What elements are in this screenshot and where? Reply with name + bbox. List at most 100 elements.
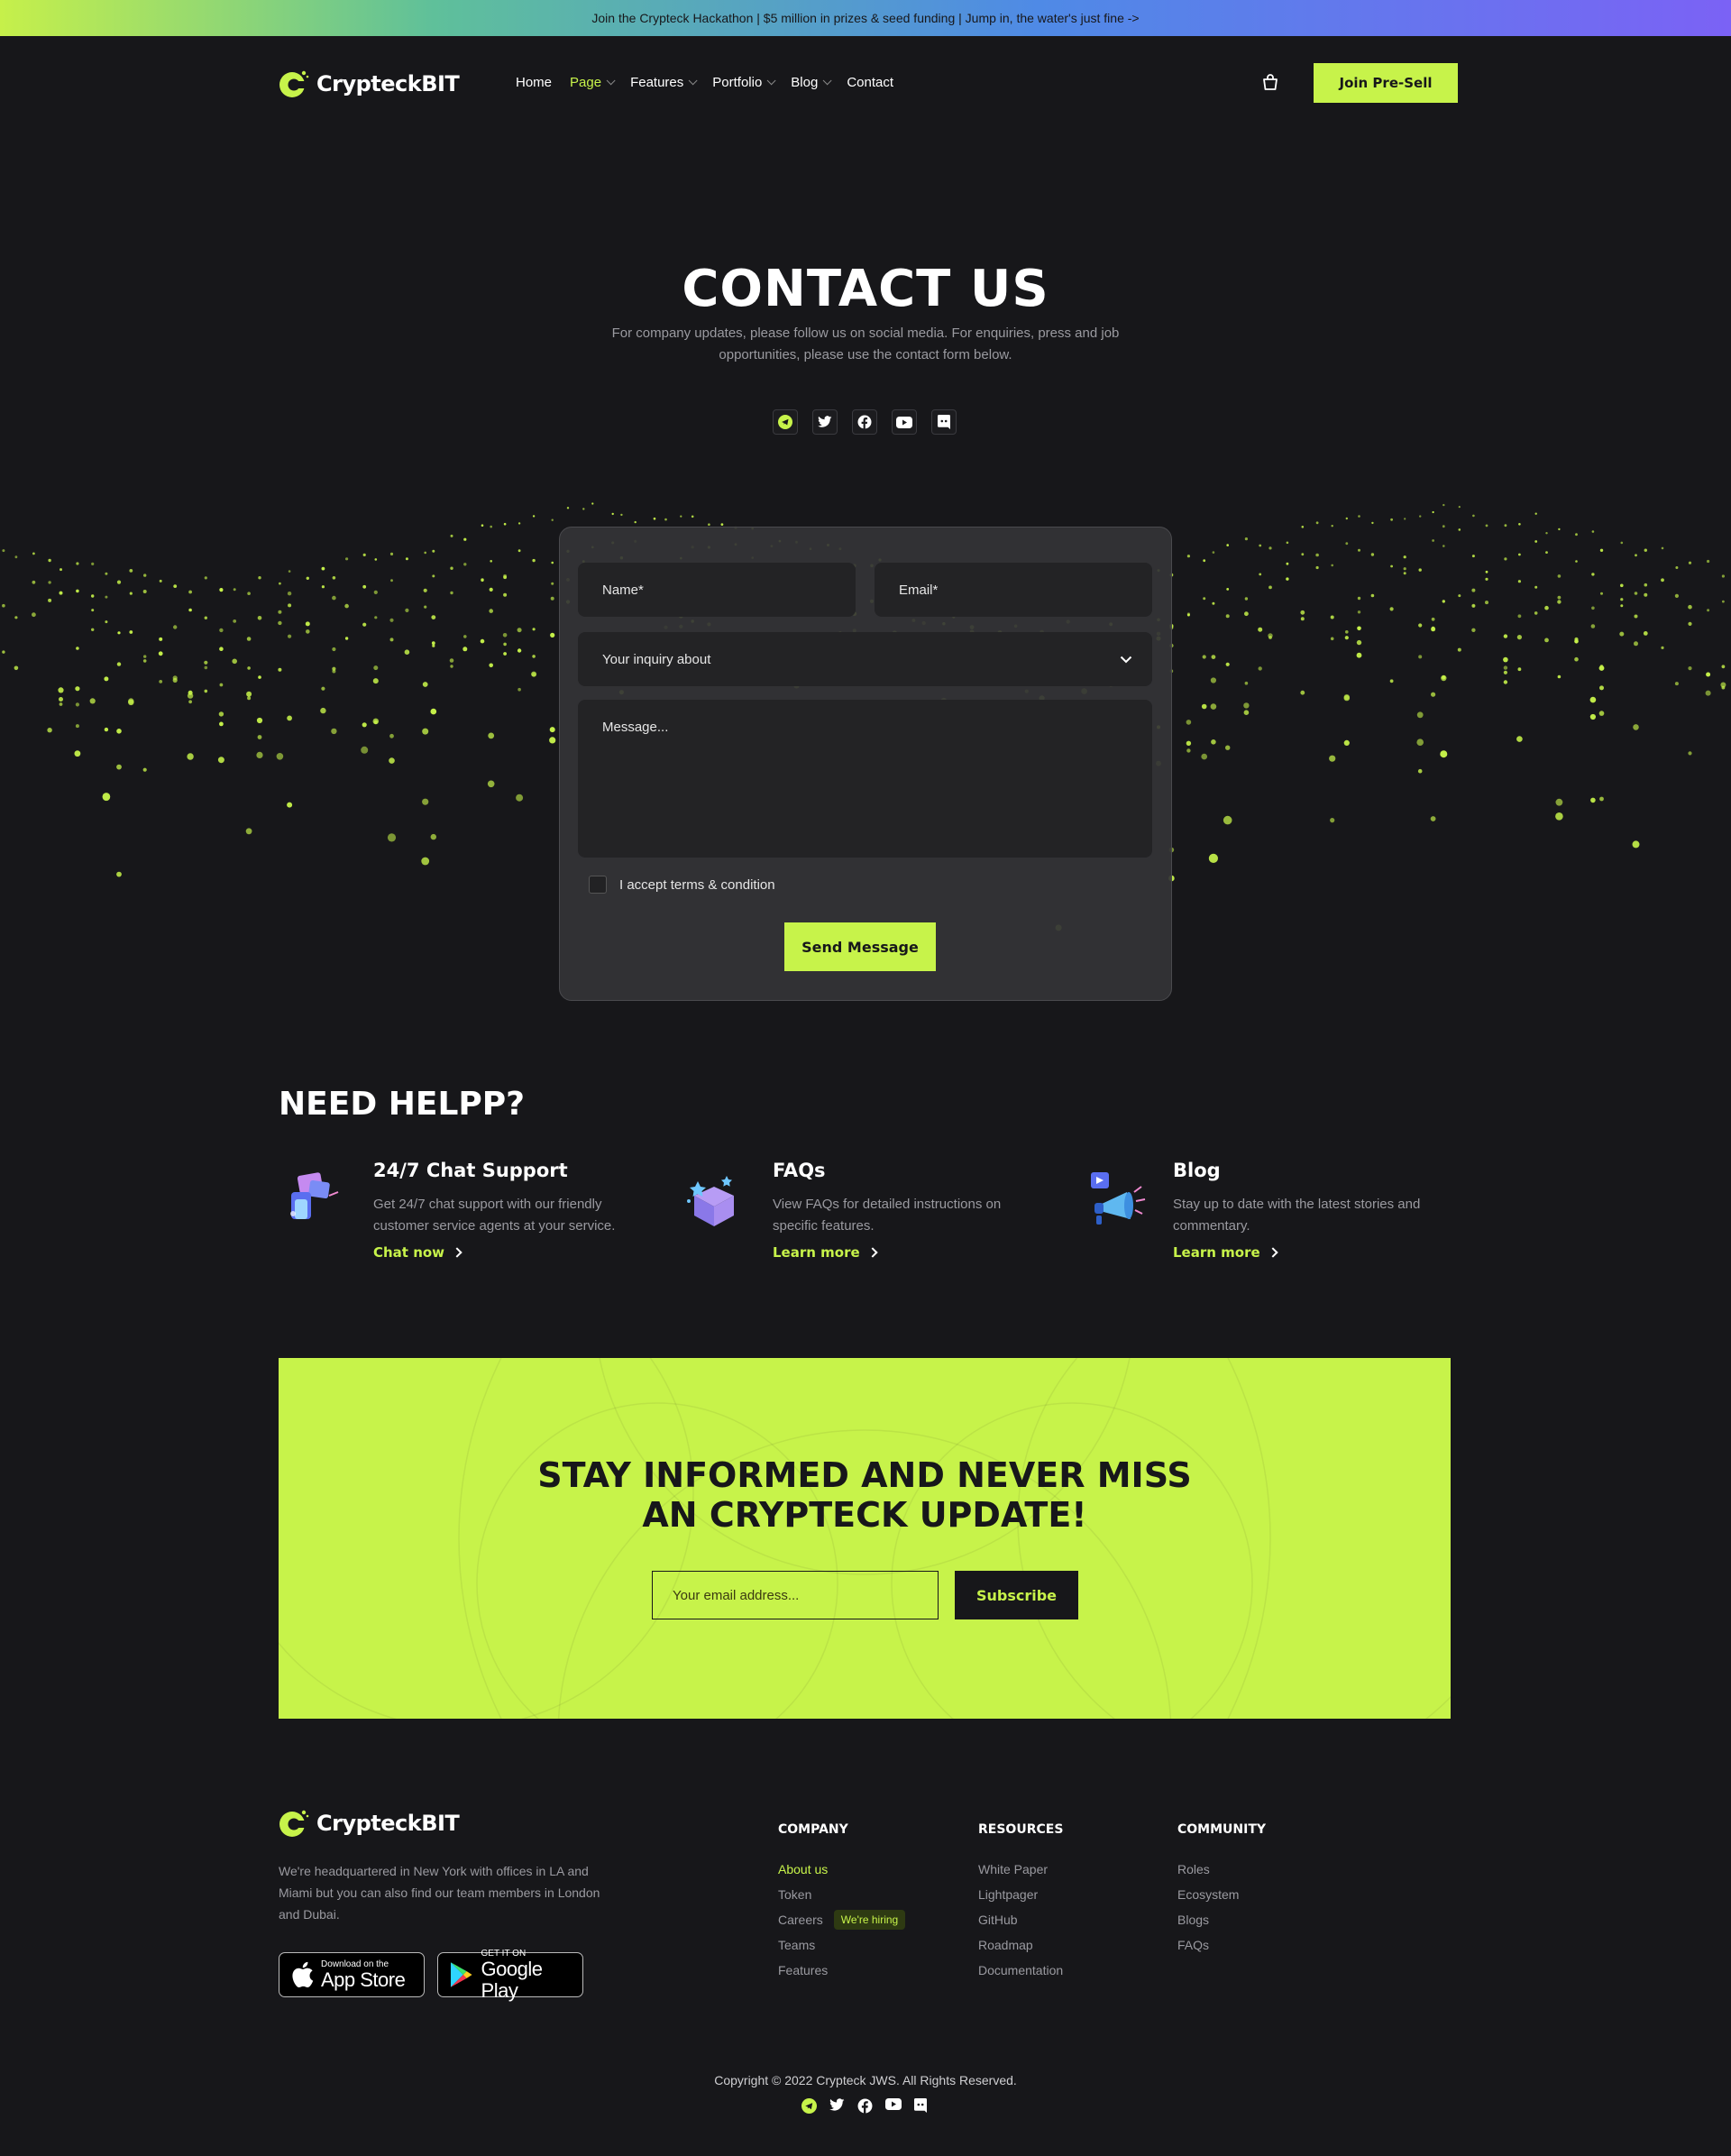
twitter-icon[interactable] xyxy=(829,2098,845,2112)
wave-dot xyxy=(1442,525,1445,528)
footer-link-blogs[interactable]: Blogs xyxy=(1177,1907,1266,1932)
menu-item-portfolio[interactable]: Portfolio xyxy=(712,75,776,90)
wave-dot xyxy=(1557,574,1562,578)
wave-dot xyxy=(256,717,263,724)
wave-dot xyxy=(1458,528,1461,531)
footer-link-github[interactable]: GitHub xyxy=(978,1907,1063,1932)
footer-link-label: Features xyxy=(778,1963,829,1977)
footer-link-label: About us xyxy=(778,1862,829,1876)
wave-dot xyxy=(1575,533,1578,537)
wave-dot xyxy=(1211,655,1216,659)
wave-dot xyxy=(1472,514,1475,518)
footer-link-token[interactable]: Token xyxy=(778,1882,905,1907)
wave-dot xyxy=(245,828,252,835)
wave-dot xyxy=(1503,670,1507,674)
message-textarea[interactable]: Message... xyxy=(578,700,1152,858)
footer-link-label: Blogs xyxy=(1177,1913,1210,1927)
discord-icon[interactable] xyxy=(931,409,957,435)
wave-dot xyxy=(288,570,291,573)
email-field[interactable]: Email* xyxy=(875,563,1152,617)
wave-dot xyxy=(287,802,293,808)
google-play-badge[interactable]: GET IT ON Google Play xyxy=(437,1948,583,2001)
store-small-label: GET IT ON xyxy=(481,1948,527,1959)
menu-item-blog[interactable]: Blog xyxy=(791,75,832,90)
wave-dot xyxy=(551,582,554,585)
subscribe-button[interactable]: Subscribe xyxy=(955,1571,1078,1619)
wave-dot xyxy=(1600,592,1603,595)
menu-item-contact[interactable]: Contact xyxy=(847,75,893,90)
menu-item-features[interactable]: Features xyxy=(630,75,698,90)
wave-dot xyxy=(1545,532,1548,535)
wave-dot xyxy=(1343,739,1350,746)
wave-dot xyxy=(1599,548,1604,552)
footer-link-ecosystem[interactable]: Ecosystem xyxy=(1177,1882,1266,1907)
wave-dot xyxy=(1330,615,1334,619)
footer-link-documentation[interactable]: Documentation xyxy=(978,1958,1063,1983)
facebook-icon[interactable] xyxy=(852,409,877,435)
announcement-bar[interactable]: Join the Crypteck Hackathon | $5 million… xyxy=(0,0,1731,36)
discord-icon[interactable] xyxy=(914,2098,927,2113)
footer-link-careers[interactable]: Careers We're hiring xyxy=(778,1907,906,1932)
telegram-icon[interactable] xyxy=(801,2098,817,2114)
announcement-text[interactable]: Join the Crypteck Hackathon | $5 million… xyxy=(591,11,1139,25)
terms-checkbox[interactable] xyxy=(589,876,607,894)
footer-column-company: COMPANY About us Token Careers We're hiri… xyxy=(778,1822,906,1983)
wave-dot xyxy=(1358,548,1360,552)
footer-link-roadmap[interactable]: Roadmap xyxy=(978,1932,1063,1958)
wave-dot xyxy=(1503,656,1508,663)
message-placeholder: Message... xyxy=(602,720,669,735)
wave-dot xyxy=(247,666,251,670)
wave-dot xyxy=(233,619,237,623)
youtube-icon[interactable] xyxy=(885,2098,902,2110)
wave-dot xyxy=(278,667,282,672)
footer-link-features[interactable]: Features xyxy=(778,1958,905,1983)
footer-column-title: COMMUNITY xyxy=(1177,1822,1267,1837)
footer-logo[interactable]: CrypteckBIT xyxy=(279,1808,460,1839)
wave-dot xyxy=(246,691,252,697)
footer-link-roles[interactable]: Roles xyxy=(1177,1857,1266,1882)
menu-item-page[interactable]: Page xyxy=(570,75,616,90)
wave-dot xyxy=(116,729,122,734)
wave-dot xyxy=(1634,592,1638,595)
wave-dot xyxy=(1286,562,1289,565)
wave-dot xyxy=(1620,541,1624,545)
wave-dot xyxy=(1431,617,1435,621)
footer-link-about[interactable]: About us xyxy=(778,1857,905,1882)
join-presell-button[interactable]: Join Pre-Sell xyxy=(1314,63,1458,103)
wave-dot xyxy=(503,573,508,578)
footer-link-lightpager[interactable]: Lightpager xyxy=(978,1882,1063,1907)
wave-dot xyxy=(1557,600,1562,604)
wave-dot xyxy=(431,615,436,619)
wave-dot xyxy=(204,665,208,670)
wave-dot xyxy=(1300,610,1305,615)
name-field[interactable]: Name* xyxy=(578,563,856,617)
app-store-badge[interactable]: Download on the App Store xyxy=(279,1952,425,1997)
youtube-icon[interactable] xyxy=(892,409,917,435)
wave-dot xyxy=(219,628,224,633)
cart-icon[interactable] xyxy=(1260,72,1280,92)
footer-link-teams[interactable]: Teams xyxy=(778,1932,905,1958)
wave-dot xyxy=(517,648,522,653)
footer-column-title: RESOURCES xyxy=(978,1822,1064,1837)
inquiry-select[interactable]: Your inquiry about xyxy=(578,632,1152,686)
twitter-icon[interactable] xyxy=(812,409,838,435)
logo-icon xyxy=(279,1810,309,1837)
logo[interactable]: CrypteckBIT xyxy=(279,69,460,99)
wave-dot xyxy=(187,693,194,699)
footer-link-faqs[interactable]: FAQs xyxy=(1177,1932,1266,1958)
telegram-icon[interactable] xyxy=(773,409,798,435)
newsletter-email-input[interactable]: Your email address... xyxy=(652,1571,939,1619)
footer-description: We're headquartered in New York with off… xyxy=(279,1864,600,1922)
wave-dot xyxy=(91,628,95,631)
facebook-icon[interactable] xyxy=(857,2098,873,2114)
wave-dot xyxy=(1516,635,1522,640)
send-message-button[interactable]: Send Message xyxy=(784,922,936,971)
footer-link-white-paper[interactable]: White Paper xyxy=(978,1857,1063,1882)
menu-item-home[interactable]: Home xyxy=(516,75,552,90)
wave-dot xyxy=(374,558,378,561)
blog-learn-more-link[interactable]: Learn more xyxy=(1173,1244,1443,1261)
faqs-learn-more-link[interactable]: Learn more xyxy=(773,1244,1034,1261)
wave-dot xyxy=(1620,583,1624,588)
chat-now-link[interactable]: Chat now xyxy=(373,1244,644,1261)
wave-dot xyxy=(1432,510,1434,514)
